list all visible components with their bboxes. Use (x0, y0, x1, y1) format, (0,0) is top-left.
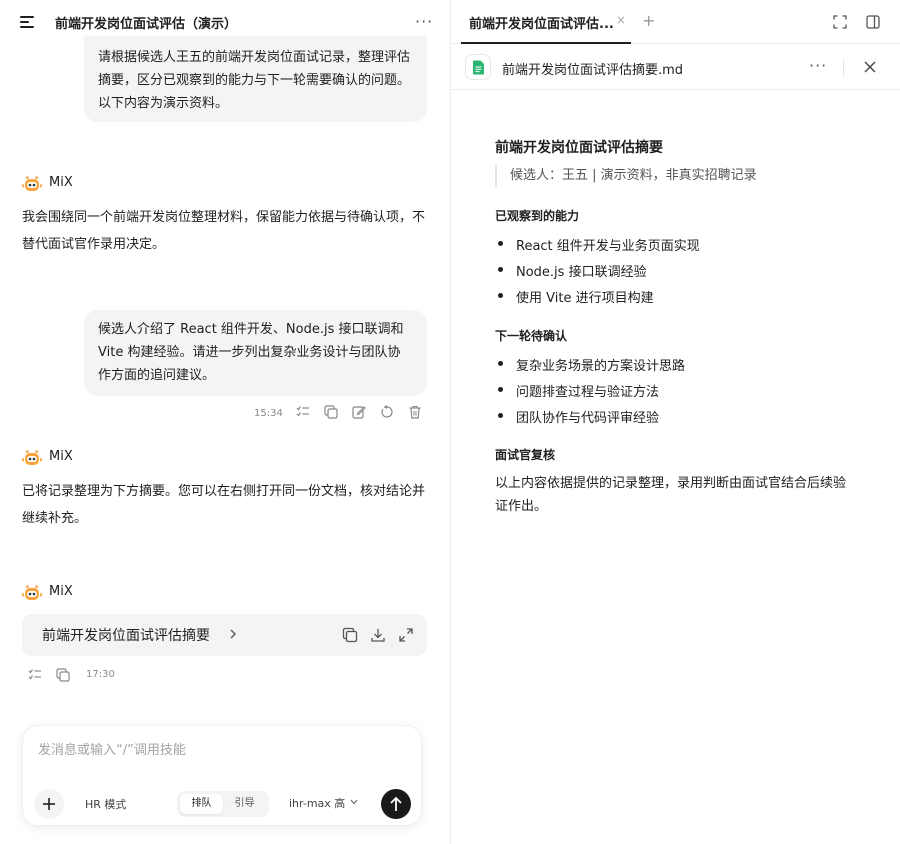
markdown-file-icon (465, 54, 491, 80)
document-panel: 前端开发岗位面试评估... × + 前端开发岗位面试评估摘要.md ··· 前端… (452, 0, 900, 844)
user-message: 请根据候选人王五的前端开发岗位面试记录，整理评估摘要，区分已观察到的能力与下一轮… (84, 36, 427, 122)
arrow-up-icon (390, 796, 402, 811)
assistant-message: 我会围绕同一个前端开发岗位整理材料，保留能力依据与待确认项，不替代面试官作录用决… (22, 210, 426, 252)
edit-icon[interactable] (352, 405, 366, 419)
copy-icon[interactable] (56, 668, 70, 682)
copy-icon[interactable] (324, 405, 338, 419)
list-item: React 组件开发与业务页面实现 (495, 235, 700, 254)
add-tab-icon[interactable]: + (642, 11, 655, 30)
hr-mode-toggle[interactable]: HR 模式 (85, 796, 126, 812)
document-card[interactable]: 前端开发岗位面试评估摘要 (22, 614, 427, 656)
close-icon[interactable] (864, 61, 876, 73)
copy-icon[interactable] (342, 627, 358, 643)
document-card-title[interactable]: 前端开发岗位面试评估摘要 (42, 625, 210, 645)
tab-label: 前端开发岗位面试评估... (469, 17, 614, 32)
delete-icon[interactable] (408, 405, 422, 419)
checklist-icon[interactable] (296, 405, 310, 419)
segment-guide[interactable]: 引导 (223, 794, 266, 814)
list-item: 问题排查过程与验证方法 (495, 381, 659, 400)
menu-icon[interactable] (20, 16, 34, 28)
message-time: 17:30 (86, 669, 115, 680)
expand-icon[interactable] (398, 627, 414, 643)
section-heading: 下一轮待确认 (495, 329, 568, 343)
mix-avatar-icon (22, 176, 42, 191)
plus-icon (43, 798, 55, 810)
download-icon[interactable] (370, 627, 386, 643)
chevron-down-icon (350, 799, 358, 805)
fullscreen-icon[interactable] (833, 15, 847, 29)
mix-avatar-icon (22, 450, 42, 465)
assistant-message: 已将记录整理为下方摘要。您可以在右侧打开同一份文档，核对结论并继续补充。 (22, 484, 426, 526)
message-composer: HR 模式 排队 引导 ihr-max 高 (22, 725, 422, 826)
regenerate-icon[interactable] (380, 405, 394, 419)
file-name: 前端开发岗位面试评估摘要.md (502, 63, 684, 78)
model-selector[interactable]: ihr-max 高 (289, 795, 345, 811)
file-header: 前端开发岗位面试评估摘要.md ··· (452, 45, 900, 90)
list-item: 团队协作与代码评审经验 (495, 407, 659, 426)
divider (843, 60, 844, 76)
list-item: 使用 Vite 进行项目构建 (495, 287, 654, 306)
send-button[interactable] (381, 789, 411, 819)
assistant-name: MiX (49, 449, 73, 464)
more-icon[interactable]: ··· (809, 56, 827, 75)
list-item: 复杂业务场景的方案设计思路 (495, 355, 685, 374)
conversation-title: 前端开发岗位面试评估（演示） (55, 17, 238, 32)
message-input[interactable] (38, 740, 408, 760)
assistant-name: MiX (49, 584, 73, 599)
document-quote: 候选人：王五 | 演示资料，非真实招聘记录 (495, 165, 757, 187)
queue-mode-segment: 排队 引导 (177, 791, 269, 817)
user-message: 候选人介绍了 React 组件开发、Node.js 接口联调和 Vite 构建经… (84, 310, 427, 396)
more-icon[interactable]: ··· (415, 12, 433, 32)
chat-panel: 前端开发岗位面试评估（演示） ··· 请根据候选人王五的前端开发岗位面试记录，整… (0, 0, 451, 844)
chevron-right-icon (230, 629, 236, 639)
section-heading: 面试官复核 (495, 448, 556, 462)
assistant-name: MiX (49, 175, 73, 190)
document-title: 前端开发岗位面试评估摘要 (495, 140, 663, 156)
close-tab-icon[interactable]: × (616, 13, 626, 27)
section-heading: 已观察到的能力 (495, 209, 580, 223)
list-item: Node.js 接口联调经验 (495, 261, 647, 280)
tab-bar: 前端开发岗位面试评估... × + (452, 0, 900, 44)
mix-avatar-icon (22, 585, 42, 600)
message-time: 15:34 (254, 408, 283, 419)
segment-queue[interactable]: 排队 (180, 794, 223, 814)
add-attachment-button[interactable] (34, 789, 64, 819)
checklist-icon[interactable] (28, 668, 42, 682)
section-paragraph: 以上内容依据提供的记录整理，录用判断由面试官结合后续验证作出。 (495, 476, 847, 514)
split-panel-icon[interactable] (866, 15, 880, 29)
tab-document[interactable]: 前端开发岗位面试评估... × (461, 0, 631, 44)
